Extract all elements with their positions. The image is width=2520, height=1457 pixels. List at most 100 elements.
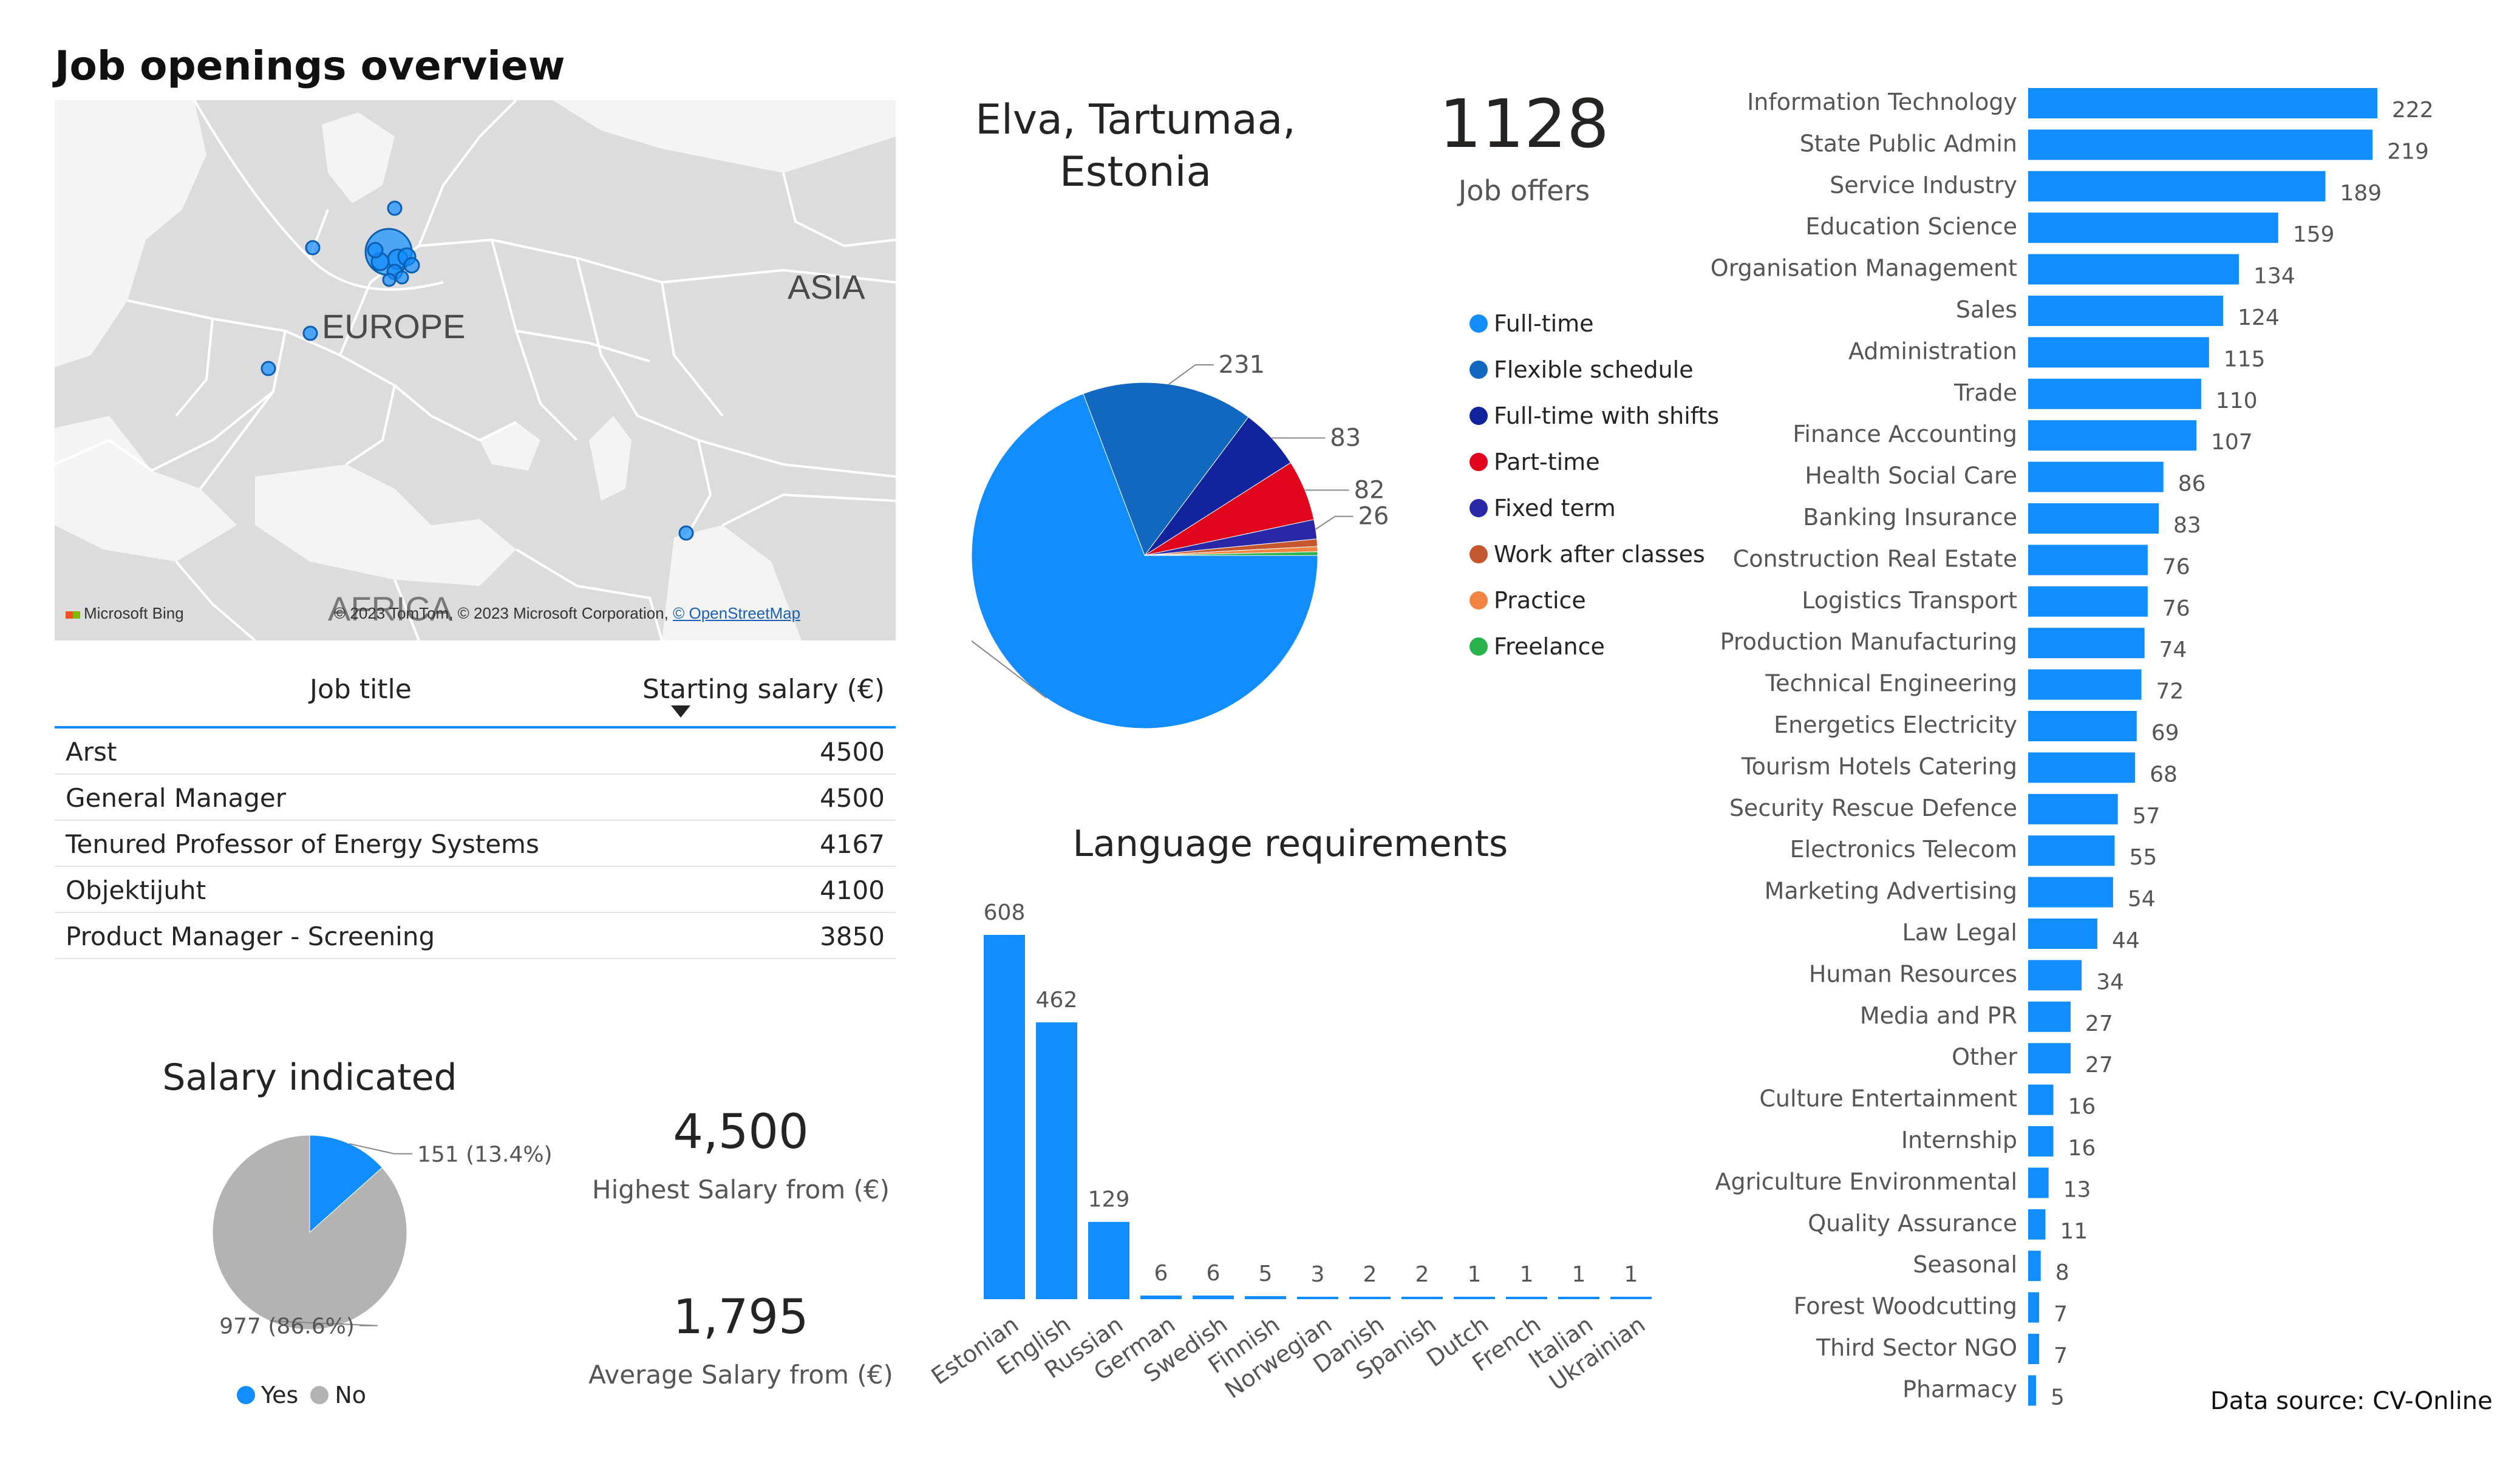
industry-bar[interactable]	[2028, 960, 2082, 991]
legend-item[interactable]: Part-time	[1469, 439, 1719, 485]
legend-item[interactable]: Flexible schedule	[1469, 347, 1719, 393]
industry-category-label: Technical Engineering	[1765, 670, 2017, 697]
employment-type-pie[interactable]: 999231838226	[972, 328, 1457, 753]
legend-item[interactable]: Practice	[1469, 577, 1719, 623]
industry-bar[interactable]	[2028, 752, 2136, 783]
industry-bar[interactable]	[2028, 711, 2137, 741]
industry-bar[interactable]	[2028, 1167, 2049, 1198]
map-attribution: © 2023 TomTom, © 2023 Microsoft Corporat…	[334, 604, 800, 623]
industry-bar[interactable]	[2028, 420, 2197, 451]
legend-dot-icon	[1469, 545, 1488, 563]
column-header-job-title[interactable]: Job title	[310, 674, 412, 705]
legend-dot-icon	[1469, 637, 1488, 656]
language-value-label: 5	[1259, 1262, 1273, 1286]
sort-descending-icon[interactable]	[671, 705, 690, 718]
language-bar[interactable]	[1610, 1297, 1652, 1299]
industry-bar[interactable]	[2028, 835, 2115, 866]
language-value-label: 1	[1572, 1262, 1586, 1287]
industry-bar[interactable]	[2028, 254, 2239, 285]
language-value-label: 462	[1036, 988, 1078, 1013]
industry-bar[interactable]	[2028, 1292, 2040, 1323]
language-bar[interactable]	[1558, 1297, 1599, 1299]
industry-bar[interactable]	[2028, 793, 2118, 824]
legend-item[interactable]: Yes	[237, 1372, 298, 1418]
legend-label: Freelance	[1494, 633, 1605, 660]
industry-bar[interactable]	[2028, 171, 2326, 202]
language-bar[interactable]	[1454, 1297, 1495, 1299]
map-label-asia: ASIA	[788, 268, 865, 306]
table-row[interactable]: Tenured Professor of Energy Systems 4167	[55, 821, 896, 867]
language-bar[interactable]	[1506, 1297, 1547, 1299]
industry-category-label: Pharmacy	[1902, 1376, 2017, 1402]
industry-bar[interactable]	[2028, 378, 2201, 409]
industry-value-label: 83	[2173, 513, 2201, 538]
language-chart-title: Language requirements	[1072, 823, 1508, 865]
language-bar[interactable]	[1036, 1022, 1077, 1299]
language-bar[interactable]	[1245, 1296, 1286, 1299]
industry-category-label: Banking Insurance	[1803, 504, 2017, 531]
legend-item[interactable]: Full-time with shifts	[1469, 393, 1719, 439]
job-offers-label: Job offers	[1458, 174, 1590, 207]
legend-item[interactable]: Full-time	[1469, 301, 1719, 347]
industry-bar[interactable]	[2028, 1043, 2071, 1074]
openstreetmap-link[interactable]: © OpenStreetMap	[673, 604, 800, 622]
job-offers-value: 1128	[1439, 85, 1609, 163]
table-body: Arst 4500 General Manager 4500 Tenured Profe…	[55, 728, 896, 959]
column-header-salary[interactable]: Starting salary (€)	[642, 674, 885, 705]
job-location-map[interactable]: EUROPE ASIA AFRICA Microsoft Bing © 2023…	[55, 100, 896, 640]
industry-bar[interactable]	[2028, 1084, 2054, 1115]
language-bar[interactable]	[984, 935, 1025, 1299]
industry-value-label: 110	[2216, 389, 2258, 413]
industry-category-label: Marketing Advertising	[1765, 878, 2017, 905]
language-value-label: 1	[1624, 1262, 1638, 1287]
legend-item[interactable]: Freelance	[1469, 623, 1719, 670]
legend-item[interactable]: No	[310, 1372, 366, 1418]
industry-bar[interactable]	[2028, 503, 2159, 534]
language-bar[interactable]	[1349, 1297, 1391, 1299]
industry-bar[interactable]	[2028, 919, 2097, 949]
industry-value-label: 7	[2054, 1302, 2068, 1327]
legend-item[interactable]: Fixed term	[1469, 485, 1719, 531]
industry-bar[interactable]	[2028, 212, 2278, 243]
table-row[interactable]: General Manager 4500	[55, 775, 896, 821]
salary-indicated-pie[interactable]: 151 (13.4%) 977 (86.6%)	[73, 1105, 559, 1360]
industry-bar[interactable]	[2028, 1251, 2041, 1282]
industry-category-label: Media and PR	[1860, 1002, 2017, 1029]
language-bar[interactable]	[1401, 1297, 1443, 1299]
industry-bar-chart[interactable]: Information Technology 222 State Public Ad…	[1688, 76, 2435, 1421]
industry-bar[interactable]	[2028, 88, 2377, 118]
industry-bar[interactable]	[2028, 296, 2224, 326]
industry-bar[interactable]	[2028, 129, 2373, 160]
industry-bar[interactable]	[2028, 586, 2148, 617]
industry-value-label: 74	[2159, 637, 2187, 662]
language-requirements-chart[interactable]: 608Estonian462English129Russian6German6S…	[899, 874, 1676, 1439]
industry-bar[interactable]	[2028, 1001, 2071, 1032]
language-bar[interactable]	[1193, 1296, 1234, 1299]
industry-value-label: 8	[2055, 1260, 2069, 1285]
table-row[interactable]: Objektijuht 4100	[55, 867, 896, 913]
legend-dot-icon	[1469, 314, 1488, 333]
industry-bar[interactable]	[2028, 877, 2113, 908]
industry-bar[interactable]	[2028, 545, 2148, 576]
industry-category-label: Service Industry	[1830, 172, 2017, 199]
industry-bar[interactable]	[2028, 337, 2209, 368]
industry-bar[interactable]	[2028, 461, 2164, 492]
industry-bar[interactable]	[2028, 1209, 2046, 1240]
industry-bar[interactable]	[2028, 1334, 2040, 1364]
industry-bar[interactable]	[2028, 1126, 2054, 1156]
language-bar[interactable]	[1297, 1297, 1338, 1299]
language-bar[interactable]	[1140, 1296, 1182, 1299]
industry-bar[interactable]	[2028, 669, 2142, 700]
pie-data-label: 26	[1358, 503, 1389, 531]
language-bar[interactable]	[1088, 1221, 1129, 1299]
industry-value-label: 16	[2068, 1095, 2096, 1119]
table-row[interactable]: Arst 4500	[55, 728, 896, 775]
industry-category-label: Security Rescue Defence	[1729, 795, 2017, 821]
industry-bar[interactable]	[2028, 1375, 2036, 1406]
table-row[interactable]: Product Manager - Screening 3850	[55, 913, 896, 959]
industry-value-label: 55	[2129, 845, 2157, 870]
industry-bar[interactable]	[2028, 628, 2145, 659]
legend-item[interactable]: Work after classes	[1469, 531, 1719, 577]
industry-value-label: 44	[2112, 928, 2140, 953]
legend-label: Part-time	[1494, 449, 1600, 475]
